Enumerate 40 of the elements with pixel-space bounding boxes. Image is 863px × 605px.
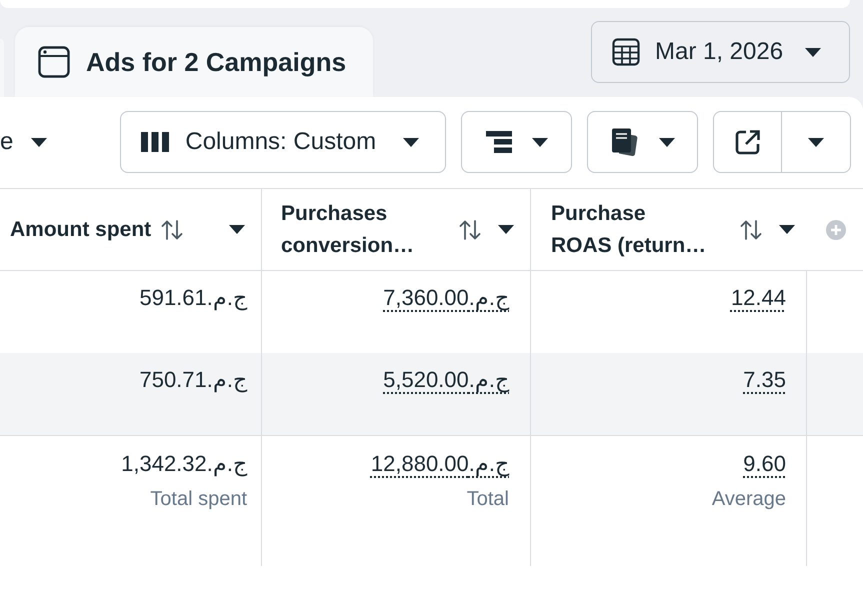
caret-icon xyxy=(805,48,821,56)
column-title[interactable]: Purchase ROAS (return… xyxy=(551,198,709,262)
caret-icon xyxy=(532,138,548,146)
caret-icon xyxy=(403,138,420,146)
view-dropdown[interactable]: e xyxy=(0,111,48,173)
caret-icon xyxy=(808,138,824,146)
caret-icon xyxy=(658,138,675,146)
column-menu-caret-icon[interactable] xyxy=(779,225,795,234)
column-title[interactable]: Amount spent xyxy=(10,214,152,246)
cell-value: ج.م.591.61 xyxy=(139,284,247,312)
sort-icon[interactable] xyxy=(740,220,762,240)
column-title[interactable]: Purchases conversion… xyxy=(281,198,449,262)
export-icon xyxy=(734,129,761,155)
total-value: ج.م.1,342.32 xyxy=(121,450,247,478)
cell-value: ج.م.750.71 xyxy=(139,366,247,394)
browser-window-icon xyxy=(38,46,70,78)
total-caption: Average xyxy=(712,487,786,512)
total-caption: Total spent xyxy=(150,487,247,512)
caret-icon xyxy=(31,138,48,146)
columns-button[interactable]: Columns: Custom xyxy=(120,111,446,173)
export-button[interactable] xyxy=(713,111,782,173)
tab[interactable]: Ads for 2 Campaigns xyxy=(15,27,373,97)
sort-icon[interactable] xyxy=(459,220,481,240)
total-value[interactable]: ج.م.12,880.00 xyxy=(370,450,509,478)
calendar-icon xyxy=(612,38,640,66)
reports-button[interactable] xyxy=(587,111,698,173)
sort-icon[interactable] xyxy=(161,220,184,240)
date-picker[interactable]: Mar 1, 2026 xyxy=(591,21,850,83)
column-menu-caret-icon[interactable] xyxy=(498,225,514,234)
total-caption: Total xyxy=(466,487,509,512)
cell-value[interactable]: 12.44 xyxy=(730,284,786,312)
breakdown-button[interactable] xyxy=(461,111,572,173)
cell-value[interactable]: ج.م.5,520.00 xyxy=(383,366,509,394)
stacked-pages-icon xyxy=(610,128,639,156)
columns-icon xyxy=(141,132,170,152)
column-menu-caret-icon[interactable] xyxy=(229,225,245,234)
total-value[interactable]: 9.60 xyxy=(743,450,786,478)
breakdown-icon xyxy=(486,131,512,153)
cell-value[interactable]: ج.م.7,360.00 xyxy=(383,284,509,312)
cell-value[interactable]: 7.35 xyxy=(743,366,786,394)
